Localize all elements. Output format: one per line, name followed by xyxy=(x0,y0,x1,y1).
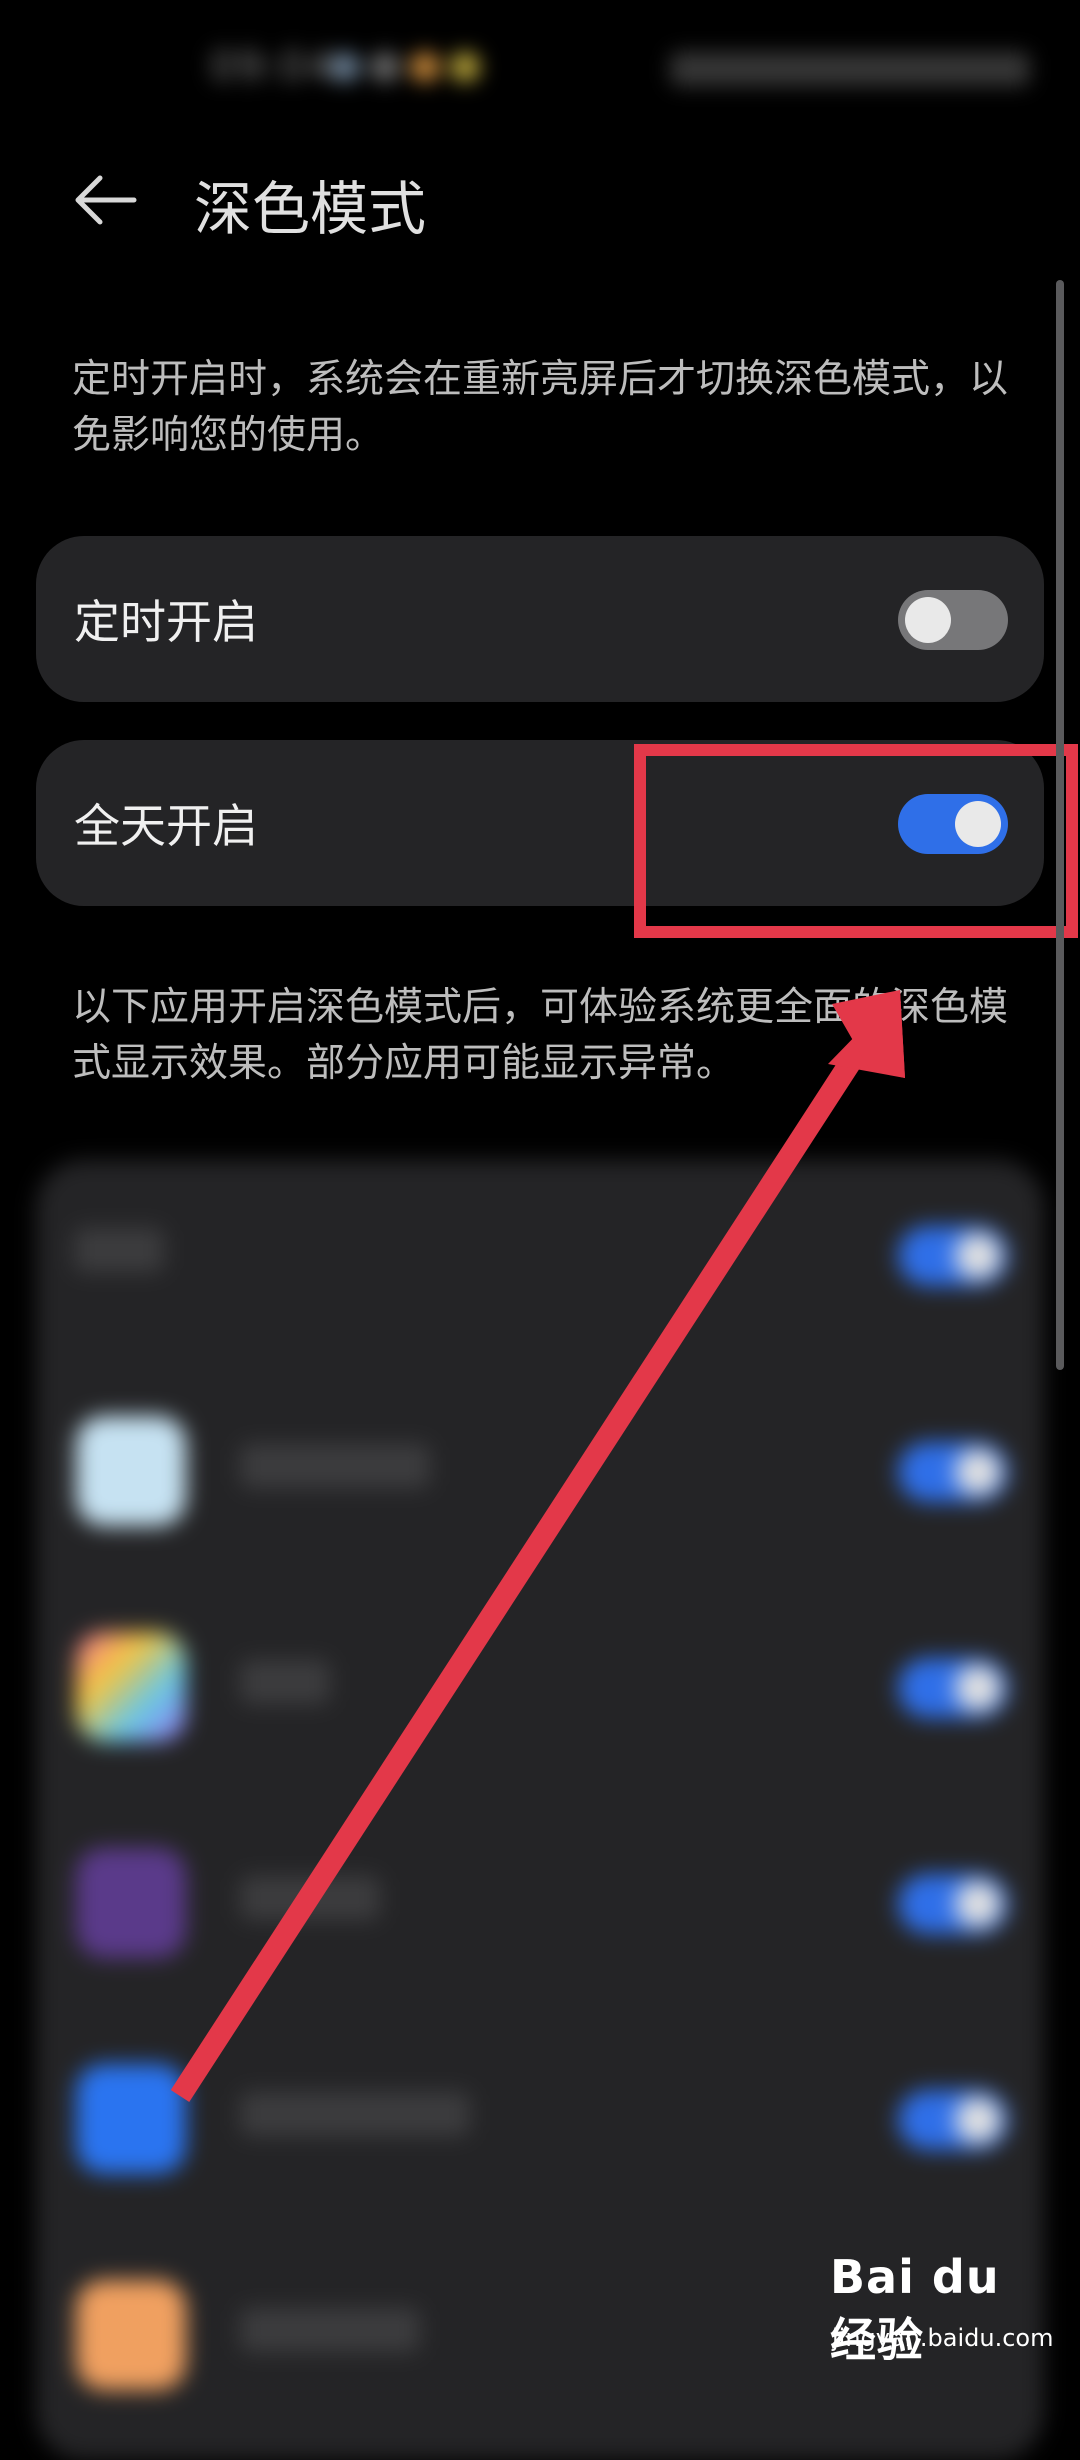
scheduled-setting-label: 定时开启 xyxy=(74,595,258,649)
app-toggle[interactable] xyxy=(898,1442,1008,1502)
toggle-knob xyxy=(955,1665,1001,1711)
toggle-knob xyxy=(955,1233,1001,1279)
app-toggle[interactable] xyxy=(898,1874,1008,1934)
app-toggle[interactable] xyxy=(898,2090,1008,2150)
list-item[interactable] xyxy=(36,1160,1044,1360)
app-toggle[interactable] xyxy=(898,1226,1008,1286)
all-day-setting-label: 全天开启 xyxy=(74,799,258,853)
page-header: 深色模式 xyxy=(0,150,1080,250)
list-item[interactable] xyxy=(36,1376,1044,1576)
annotation-highlight-box xyxy=(634,744,1078,938)
notification-icon xyxy=(410,52,440,82)
watermark-logo: Bai du 经验 xyxy=(830,2250,1000,2367)
notification-icon xyxy=(450,52,480,82)
notification-icon xyxy=(330,52,360,82)
apps-hint-text: 以下应用开启深色模式后，可体验系统更全面的深色模式显示效果。部分应用可能显示异常… xyxy=(72,985,1009,1086)
list-item[interactable] xyxy=(36,1592,1044,1792)
list-item[interactable] xyxy=(36,1808,1044,2008)
status-bar: 09:04 xyxy=(0,0,1080,130)
page-title: 深色模式 xyxy=(194,175,427,243)
baidu-jingyan-watermark: Bai du 经验 jingyan.baidu.com xyxy=(830,2250,1060,2367)
notification-icons xyxy=(330,52,480,82)
app-name xyxy=(240,1660,330,1704)
app-name xyxy=(240,1876,380,1920)
scheduled-toggle[interactable] xyxy=(898,590,1008,650)
app-icon xyxy=(76,2064,186,2174)
toggle-knob xyxy=(955,2097,1001,2143)
app-name xyxy=(240,2092,470,2136)
system-status-icons xyxy=(670,52,1030,86)
status-time: 09:04 xyxy=(210,44,336,90)
scrollbar[interactable] xyxy=(1056,280,1064,1370)
app-icon xyxy=(76,1416,186,1526)
scheduled-setting-row[interactable]: 定时开启 xyxy=(36,536,1044,702)
app-name xyxy=(240,1444,430,1488)
back-arrow-icon[interactable] xyxy=(70,164,142,236)
app-icon xyxy=(76,1632,186,1742)
app-name xyxy=(240,2308,420,2352)
toggle-knob xyxy=(905,597,951,643)
app-toggle[interactable] xyxy=(898,1658,1008,1718)
list-item-label xyxy=(74,1228,164,1272)
toggle-knob xyxy=(955,1881,1001,1927)
toggle-knob xyxy=(955,1449,1001,1495)
list-item[interactable] xyxy=(36,2024,1044,2224)
app-icon xyxy=(76,2280,186,2390)
watermark-url: jingyan.baidu.com xyxy=(832,2324,1054,2352)
notification-icon xyxy=(370,52,400,82)
schedule-hint-text: 定时开启时，系统会在重新亮屏后才切换深色模式，以免影响您的使用。 xyxy=(72,357,1009,458)
app-icon xyxy=(76,1848,186,1958)
